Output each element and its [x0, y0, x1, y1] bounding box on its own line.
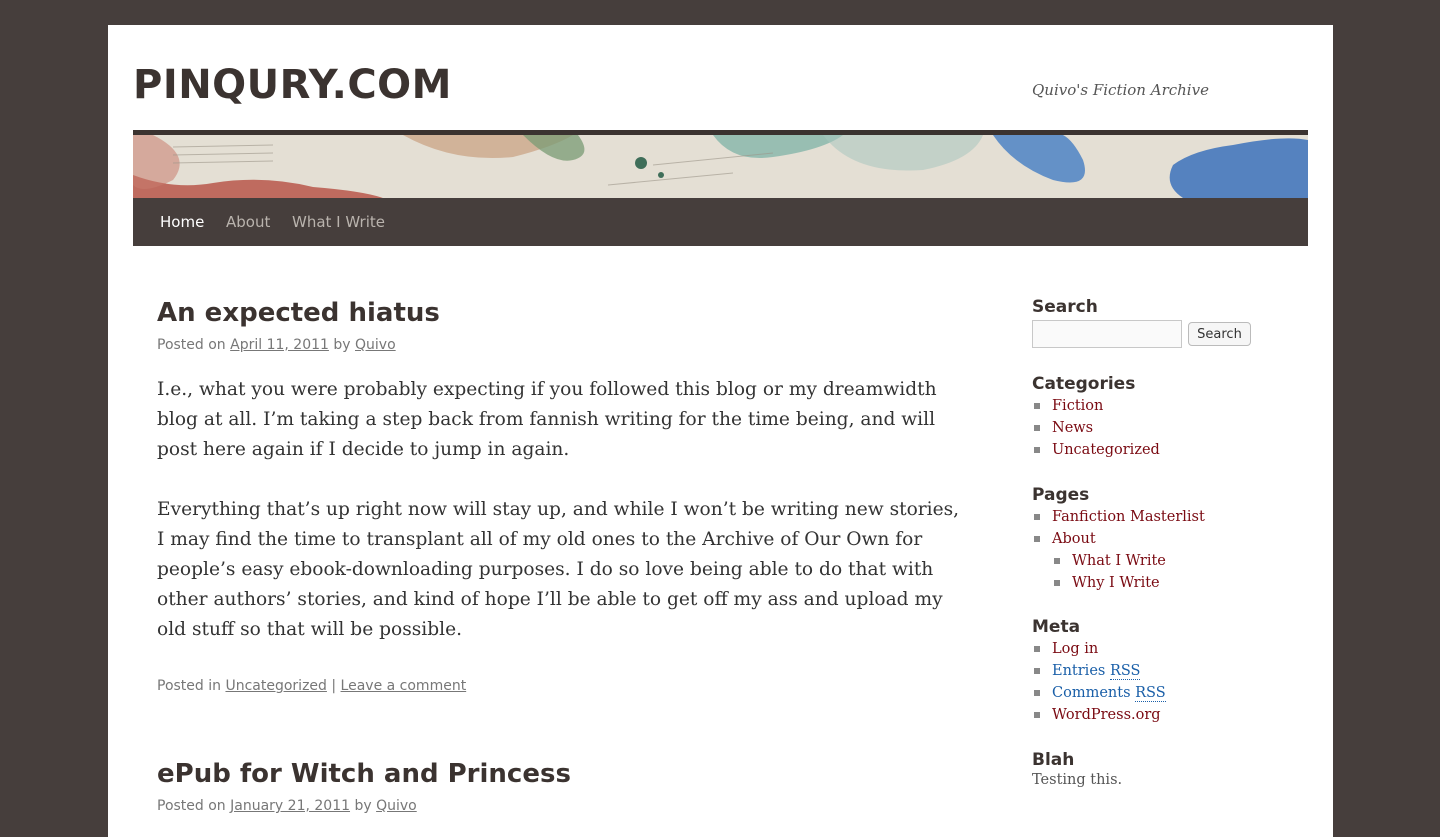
search-widget-title: Search	[1032, 297, 1098, 317]
list-item: Fanfiction Masterlist	[1032, 506, 1205, 528]
site-title[interactable]: PINQURY.COM	[133, 61, 452, 109]
meta-widget-title: Meta	[1032, 617, 1081, 637]
categories-list: Fiction News Uncategorized	[1032, 395, 1160, 461]
categories-widget-title: Categories	[1032, 374, 1136, 394]
by-label: by	[354, 798, 372, 814]
post-paragraph: Everything that’s up right now will stay…	[157, 499, 960, 640]
wordpress-link[interactable]: WordPress.org	[1052, 707, 1161, 723]
list-item: What I Write	[1052, 550, 1205, 572]
category-link[interactable]: Uncategorized	[225, 678, 326, 694]
rss-abbr: RSS	[1109, 663, 1141, 680]
post-meta: Posted on April 11, 2011 by Quivo	[157, 337, 396, 353]
page-link-why-i-write[interactable]: Why I Write	[1072, 575, 1160, 591]
post-title-link[interactable]: An expected hiatus	[157, 297, 440, 329]
post-footer-meta: Posted in Uncategorized | Leave a commen…	[157, 678, 466, 694]
author-link[interactable]: Quivo	[355, 337, 396, 353]
post-title-link[interactable]: ePub for Witch and Princess	[157, 758, 571, 790]
main-navigation: Home About What I Write	[133, 198, 1308, 246]
search-input[interactable]	[1032, 320, 1182, 348]
post-date-link[interactable]: April 11, 2011	[230, 337, 329, 353]
header-banner-image	[133, 135, 1308, 198]
by-label: by	[333, 337, 351, 353]
rss-abbr: RSS	[1135, 685, 1166, 702]
pages-widget-title: Pages	[1032, 485, 1090, 505]
list-item: Entries RSS	[1032, 660, 1166, 682]
list-item: Log in	[1032, 638, 1166, 660]
comments-rss-link[interactable]: Comments RSS	[1052, 685, 1166, 702]
blah-widget-title: Blah	[1032, 750, 1075, 770]
author-link[interactable]: Quivo	[376, 798, 417, 814]
post-paragraph: I.e., what you were probably expecting i…	[157, 379, 937, 460]
posted-on-label: Posted on	[157, 337, 226, 353]
list-item: News	[1032, 417, 1160, 439]
post-content: I.e., what you were probably expecting i…	[157, 375, 962, 675]
entries-rss-link[interactable]: Entries RSS	[1052, 663, 1141, 680]
pages-list: Fanfiction Masterlist About What I Write…	[1032, 506, 1205, 594]
list-item: Why I Write	[1052, 572, 1205, 594]
page-link-fanfiction-masterlist[interactable]: Fanfiction Masterlist	[1052, 509, 1205, 525]
login-link[interactable]: Log in	[1052, 641, 1098, 657]
entries-label: Entries	[1052, 663, 1106, 679]
posted-on-label: Posted on	[157, 798, 226, 814]
nav-item-home[interactable]: Home	[160, 213, 204, 231]
page-link-what-i-write[interactable]: What I Write	[1072, 553, 1166, 569]
list-item: WordPress.org	[1032, 704, 1166, 726]
page-link-about[interactable]: About	[1052, 531, 1096, 547]
meta-separator: |	[331, 678, 337, 694]
leave-comment-link[interactable]: Leave a comment	[341, 678, 467, 694]
category-link-fiction[interactable]: Fiction	[1052, 398, 1103, 414]
page-wrapper: PINQURY.COM Quivo's Fiction Archive Home…	[108, 25, 1333, 837]
category-link-news[interactable]: News	[1052, 420, 1093, 436]
list-item: About What I Write Why I Write	[1032, 528, 1205, 594]
nav-item-what-i-write[interactable]: What I Write	[292, 213, 385, 231]
comments-label: Comments	[1052, 685, 1131, 701]
site-description: Quivo's Fiction Archive	[1032, 81, 1209, 99]
subpages-list: What I Write Why I Write	[1052, 550, 1205, 594]
list-item: Fiction	[1032, 395, 1160, 417]
category-link-uncategorized[interactable]: Uncategorized	[1052, 442, 1160, 458]
posted-in-label: Posted in	[157, 678, 222, 694]
meta-list: Log in Entries RSS Comments RSS WordPres…	[1032, 638, 1166, 726]
post-date-link[interactable]: January 21, 2011	[230, 798, 350, 814]
search-button[interactable]: Search	[1188, 322, 1251, 346]
nav-item-about[interactable]: About	[226, 213, 270, 231]
list-item: Uncategorized	[1032, 439, 1160, 461]
list-item: Comments RSS	[1032, 682, 1166, 704]
banner-artwork	[133, 135, 1308, 198]
blah-widget-text: Testing this.	[1032, 772, 1123, 788]
post-meta: Posted on January 21, 2011 by Quivo	[157, 798, 417, 814]
